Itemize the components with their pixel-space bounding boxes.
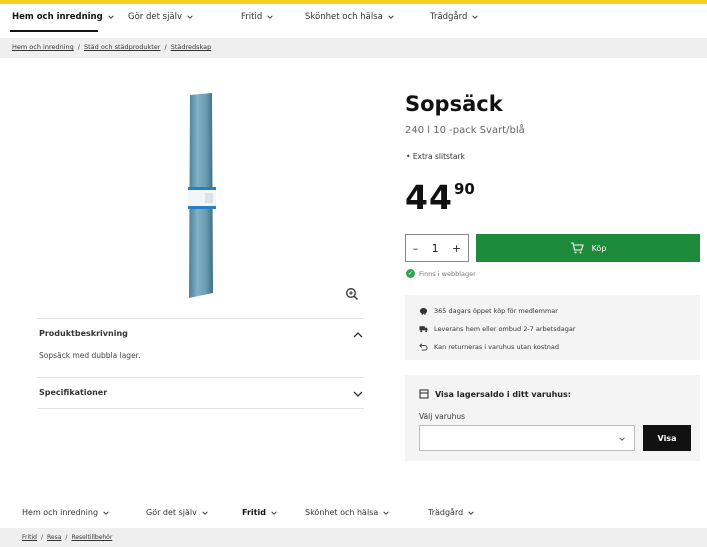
product-price: 4490 [405, 178, 475, 217]
check-icon: ✓ [406, 269, 415, 278]
quantity-stepper[interactable]: – 1 + [405, 234, 469, 262]
breadcrumb-link[interactable]: Reseltillbehör [71, 534, 112, 541]
chevron-down-icon [107, 15, 114, 19]
chevron-down-icon [267, 15, 273, 19]
nav-label: Hem och inredning [22, 508, 99, 517]
nav-label: Fritid [241, 12, 263, 22]
nav-label: Fritid [242, 508, 266, 517]
nav-item-gor-det-sjalv[interactable]: Gör det själv [128, 12, 194, 22]
breadcrumb-link[interactable]: Fritid [22, 534, 37, 541]
main-nav: Hem och inredning Gör det själv Fritid S… [0, 9, 707, 29]
product-feature: • Extra slitstark [406, 152, 465, 161]
chevron-down-icon [383, 510, 389, 515]
store-heading-text: Visa lagersaldo i ditt varuhus: [435, 389, 571, 399]
nav-item-fritid[interactable]: Fritid [241, 12, 274, 22]
breadcrumb: Hem och inredning / Städ och städprodukt… [12, 43, 211, 51]
breadcrumb-separator: / [77, 43, 80, 51]
breadcrumb-link[interactable]: Städ och städprodukter [84, 43, 161, 51]
perk-text: Kan returneras i varuhus utan kostnad [434, 342, 559, 351]
perk-item: 365 dagars öppet köp för medlemmar [419, 306, 558, 315]
perk-text: Leverans hem eller ombud 2-7 arbetsdagar [434, 324, 576, 333]
store-stock-panel: Visa lagersaldo i ditt varuhus: Välj var… [405, 375, 700, 461]
truck-icon [419, 326, 428, 333]
perk-item: Kan returneras i varuhus utan kostnad [419, 342, 559, 351]
chevron-down-icon [103, 510, 109, 515]
breadcrumb-separator: / [40, 534, 44, 541]
secondary-nav: Hem och inredning Gör det själv Fritid S… [0, 506, 707, 522]
nav-label: Gör det själv [128, 12, 183, 22]
increase-button[interactable]: + [452, 242, 461, 255]
perk-text: 365 dagars öppet köp för medlemmar [434, 306, 558, 315]
nav-item-skonhet-och-halsa[interactable]: Skönhet och hälsa [305, 508, 390, 517]
accordion-specifikationer[interactable]: Specifikationer [37, 377, 364, 409]
accordion-body: Sopsäck med dubbla lager. [39, 351, 141, 360]
buy-label: Köp [591, 243, 607, 253]
store-select[interactable] [419, 425, 635, 451]
nav-active-underline [10, 30, 98, 32]
nav-item-tradgard[interactable]: Trädgård [428, 508, 475, 517]
breadcrumb-link[interactable]: Hem och inredning [12, 43, 74, 51]
nav-label: Trädgård [428, 508, 464, 517]
chevron-down-icon [468, 510, 474, 515]
chevron-down-icon [472, 15, 479, 19]
chevron-down-icon[interactable] [352, 388, 364, 400]
return-arrow-icon [419, 343, 428, 351]
nav-item-hem-och-inredning[interactable]: Hem och inredning [12, 12, 115, 22]
product-feature-text: Extra slitstark [412, 152, 465, 161]
stock-status: ✓ Finns i webblager [406, 269, 476, 278]
breadcrumb-separator: / [65, 534, 68, 541]
show-stock-button[interactable]: Visa [643, 425, 691, 451]
breadcrumb: Fritid / Resa / Reseltillbehör [22, 534, 112, 541]
decrease-button[interactable]: – [413, 242, 419, 255]
nav-item-hem-och-inredning[interactable]: Hem och inredning [22, 508, 110, 517]
perks-panel: 365 dagars öppet köp för medlemmar Lever… [405, 295, 700, 360]
perk-item: Leverans hem eller ombud 2-7 arbetsdagar [419, 324, 575, 333]
cart-icon [570, 242, 584, 254]
piggy-bank-icon [419, 307, 428, 315]
store-select-label: Välj varuhus [419, 412, 465, 421]
stock-text: Finns i webblager [419, 269, 476, 278]
chevron-down-icon [202, 510, 208, 515]
chevron-down-icon [619, 437, 625, 441]
nav-label: Trädgård [430, 12, 468, 22]
breadcrumb-link[interactable]: Städredskap [171, 43, 212, 51]
accordion-produktbeskrivning[interactable]: Produktbeskrivning Sopsäck med dubbla la… [37, 318, 364, 376]
accordion-title: Specifikationer [39, 388, 108, 397]
store-icon [419, 389, 429, 399]
product-title: Sopsäck [405, 92, 503, 116]
product-subtitle: 240 l 10 -pack Svart/blå [405, 125, 525, 136]
nav-item-fritid[interactable]: Fritid [242, 508, 278, 517]
nav-label: Skönhet och hälsa [305, 508, 379, 517]
price-decimals: 90 [453, 180, 475, 198]
chevron-down-icon [271, 510, 277, 515]
store-stock-heading: Visa lagersaldo i ditt varuhus: [419, 389, 571, 399]
top-accent-bar [0, 0, 707, 4]
nav-label: Skönhet och hälsa [305, 12, 383, 22]
buy-button[interactable]: Köp [476, 234, 700, 262]
nav-label: Hem och inredning [12, 12, 103, 22]
chevron-down-icon [388, 15, 394, 19]
nav-label: Gör det själv [146, 508, 197, 517]
nav-item-skonhet-och-halsa[interactable]: Skönhet och hälsa [305, 12, 395, 22]
nav-item-tradgard[interactable]: Trädgård [430, 12, 479, 22]
price-main: 44 [405, 178, 453, 217]
nav-item-gor-det-sjalv[interactable]: Gör det själv [146, 508, 209, 517]
chevron-down-icon [187, 15, 193, 19]
product-image [188, 93, 216, 298]
quantity-value: 1 [431, 241, 439, 255]
breadcrumb-separator: / [164, 43, 167, 51]
chevron-up-icon[interactable] [352, 329, 364, 341]
breadcrumb-link[interactable]: Resa [47, 534, 61, 541]
accordion-title: Produktbeskrivning [39, 329, 128, 338]
zoom-icon[interactable] [345, 287, 359, 301]
